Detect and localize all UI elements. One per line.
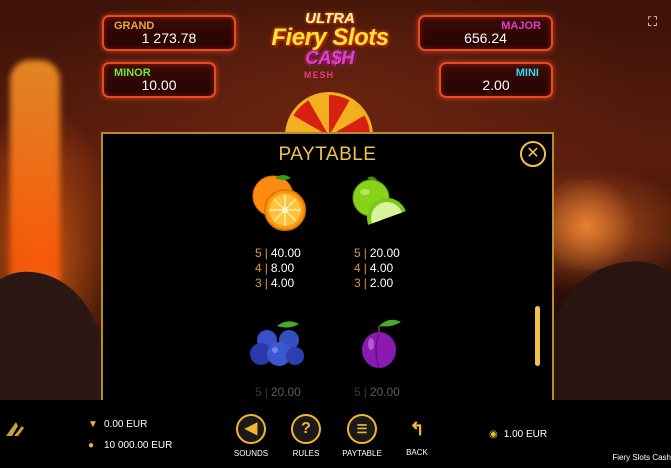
provider-logo-icon [6, 422, 24, 436]
orange-pays: 5 | 40.00 4 | 8.00 3 | 4.00 [255, 246, 301, 290]
paytable-label: PAYTABLE [342, 449, 382, 458]
sounds-label: SOUNDS [233, 449, 269, 458]
close-icon: ✕ [526, 145, 540, 162]
bottom-bar: ▼ 0.00 EUR ● 10 000.00 EUR ◀ SOUNDS ? RULE… [0, 400, 671, 468]
plum-pays: 5 | 20.00 [354, 385, 400, 399]
speaker-icon: ◀ [236, 414, 266, 444]
lime-icon [352, 176, 406, 225]
jackpot-mini: MINI 2.00 [439, 62, 553, 98]
bet-value: 1.00 EUR [503, 429, 548, 440]
orange-icon [252, 175, 306, 231]
rules-label: RULES [292, 449, 320, 458]
rules-button[interactable]: ? RULES [281, 414, 331, 458]
logo-title: Fiery Slots [271, 24, 389, 51]
jackpot-minor: MINOR 10.00 [102, 62, 216, 98]
blueberries-icon [250, 321, 304, 366]
back-button[interactable]: ↰ BACK [392, 414, 442, 457]
sounds-button[interactable]: ◀ SOUNDS [226, 414, 276, 458]
paytable-scrollbar[interactable] [535, 306, 540, 366]
trophy-icon: ▼ [88, 419, 98, 430]
paytable-icon: ☰ [347, 414, 377, 444]
jackpot-major-value: 656.24 [464, 30, 507, 46]
back-label: BACK [406, 448, 428, 457]
blueberries-pays: 5 | 20.00 [255, 385, 301, 399]
jackpot-grand-value: 1 273.78 [141, 30, 197, 46]
game-logo: ULTRA Fiery Slots CA$H MESH [250, 10, 410, 85]
close-button[interactable]: ✕ [520, 141, 546, 167]
paytable-modal: PAYTABLE ✕ 5 | 40.00 4 | 8.00 3 | 4.00 5… [101, 132, 554, 402]
jackpot-mini-value: 2.00 [482, 77, 510, 93]
question-icon: ? [291, 414, 321, 444]
lime-pays: 5 | 20.00 4 | 4.00 3 | 2.00 [354, 246, 400, 290]
wallet-icon: ● [88, 440, 95, 451]
plum-icon [362, 319, 401, 369]
bet-display[interactable]: ◉ 1.00 EUR [489, 429, 547, 440]
game-name-footer: Fiery Slots Cash [612, 453, 671, 462]
logo-cash: CA$H [305, 48, 355, 68]
win-display: ▼ 0.00 EUR [88, 419, 147, 430]
rock-left [0, 262, 110, 400]
logo-mesh: MESH [304, 70, 335, 80]
rock-right [543, 253, 671, 400]
paytable-button[interactable]: ☰ PAYTABLE [337, 414, 387, 458]
balance-display: ● 10 000.00 EUR [88, 440, 172, 451]
jackpot-major: MAJOR 656.24 [418, 15, 553, 51]
win-value: 0.00 EUR [104, 419, 148, 430]
back-arrow-icon: ↰ [409, 419, 425, 439]
fullscreen-icon[interactable]: ⛶ [648, 14, 657, 30]
jackpot-grand: GRAND 1 273.78 [102, 15, 236, 51]
balance-value: 10 000.00 EUR [104, 440, 173, 451]
paytable-title: PAYTABLE [278, 144, 377, 165]
jackpot-minor-value: 10.00 [141, 77, 177, 93]
coins-icon: ◉ [489, 429, 498, 440]
